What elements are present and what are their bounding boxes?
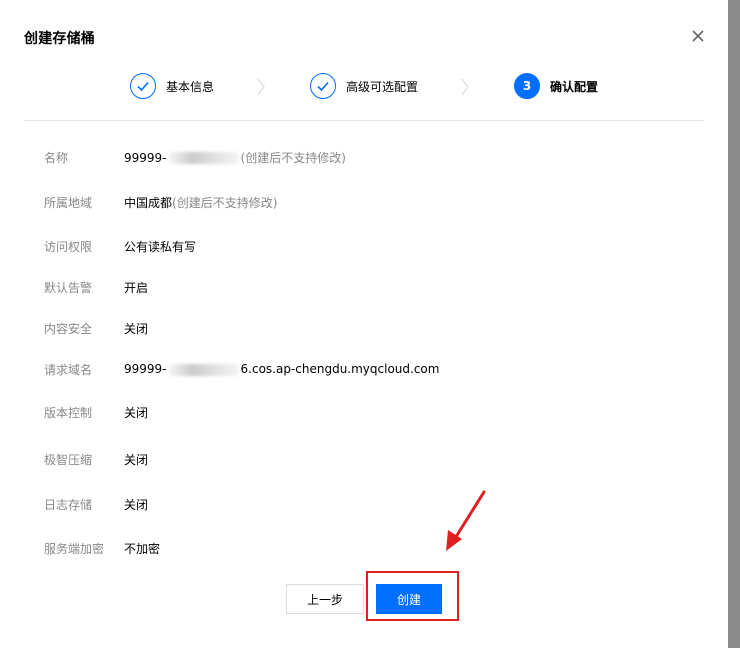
detail-label: 极智压缩	[44, 452, 93, 467]
detail-label: 名称	[44, 150, 69, 165]
detail-value: 关闭	[124, 497, 149, 512]
domain-prefix: 99999-	[124, 362, 167, 376]
detail-row-versioning: 版本控制 关闭	[44, 403, 148, 421]
detail-row-region: 所属地域 中国成都(创建后不支持修改)	[44, 193, 277, 211]
region-hint: (创建后不支持修改)	[172, 195, 278, 210]
bucket-name-hint: (创建后不支持修改)	[240, 150, 346, 165]
step-done-check-icon	[130, 73, 156, 99]
detail-label: 服务端加密	[44, 541, 105, 556]
detail-row-domain: 请求域名 99999- 6.cos.ap-chengdu.myqcloud.com	[44, 360, 439, 378]
detail-value: 99999- 6.cos.ap-chengdu.myqcloud.com	[124, 362, 439, 376]
detail-label: 日志存储	[44, 497, 93, 512]
step-confirm-config: 3 确认配置	[514, 72, 598, 100]
detail-value: 公有读私有写	[124, 239, 197, 254]
annotation-highlight-box	[366, 571, 459, 621]
step-label: 高级可选配置	[346, 79, 419, 94]
detail-value: 99999- (创建后不支持修改)	[124, 149, 346, 166]
step-number: 3	[514, 73, 540, 99]
detail-value: 中国成都(创建后不支持修改)	[124, 194, 277, 211]
dialog-title: 创建存储桶	[24, 31, 95, 47]
detail-label: 请求域名	[44, 362, 93, 377]
detail-label: 所属地域	[44, 195, 93, 210]
stepper: 基本信息 高级可选配置 3 确认配置	[0, 72, 728, 102]
background-overlay	[728, 0, 740, 648]
step-label: 确认配置	[550, 79, 599, 94]
divider	[24, 120, 704, 121]
detail-row-name: 名称 99999- (创建后不支持修改)	[44, 148, 346, 166]
chevron-right-icon	[461, 78, 469, 96]
detail-label: 访问权限	[44, 239, 93, 254]
step-done-check-icon	[310, 73, 336, 99]
region-value: 中国成都	[124, 195, 173, 210]
redacted-text	[168, 152, 239, 164]
detail-label: 版本控制	[44, 405, 93, 420]
annotation-arrow-icon	[446, 490, 486, 551]
create-bucket-dialog: 创建存储桶 基本信息 高级可选配置 3 确认配置 名称 99999- (创建后不支…	[0, 0, 728, 648]
detail-row-alarm: 默认告警 开启	[44, 278, 148, 296]
close-icon[interactable]	[688, 26, 708, 46]
step-label: 基本信息	[166, 79, 215, 94]
detail-row-encryption: 服务端加密 不加密	[44, 539, 160, 557]
detail-label: 默认告警	[44, 280, 93, 295]
detail-row-content-security: 内容安全 关闭	[44, 319, 148, 337]
chevron-right-icon	[257, 78, 265, 96]
detail-value: 关闭	[124, 452, 149, 467]
detail-value: 关闭	[124, 321, 149, 336]
detail-row-logging: 日志存储 关闭	[44, 495, 148, 513]
step-basic-info: 基本信息	[130, 72, 214, 100]
detail-value: 开启	[124, 280, 149, 295]
bucket-name-prefix: 99999-	[124, 150, 167, 165]
detail-value: 关闭	[124, 405, 149, 420]
step-advanced-config: 高级可选配置	[310, 72, 418, 100]
detail-row-compression: 极智压缩 关闭	[44, 450, 148, 468]
domain-suffix: 6.cos.ap-chengdu.myqcloud.com	[240, 362, 440, 376]
redacted-text	[168, 363, 239, 376]
detail-row-access: 访问权限 公有读私有写	[44, 237, 196, 255]
detail-value: 不加密	[124, 541, 161, 556]
previous-step-button[interactable]: 上一步	[286, 584, 364, 614]
detail-label: 内容安全	[44, 321, 93, 336]
